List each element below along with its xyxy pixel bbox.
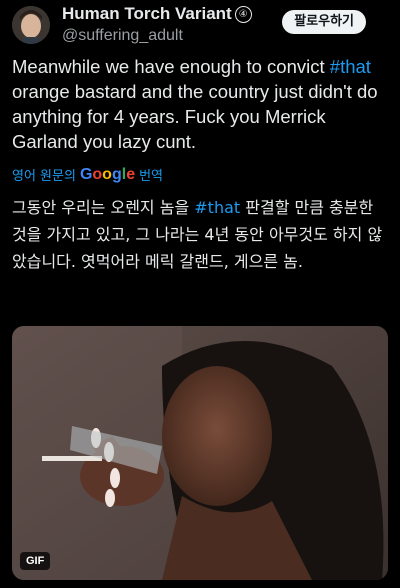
translation-suffix: 번역 — [139, 169, 164, 184]
translated-text-start: 그동안 우리는 오렌지 놈을 — [12, 198, 195, 217]
translated-text: 그동안 우리는 오렌지 놈을 #that 판결할 만큼 충분한 것을 가지고 있… — [12, 194, 388, 275]
tweet-text-start: Meanwhile we have enough to convict — [12, 56, 330, 77]
translation-prefix: 영어 원문의 — [12, 169, 76, 184]
gif-badge: GIF — [20, 552, 51, 570]
author-block: Human Torch Variant ④ @suffering_adult — [62, 4, 252, 45]
gif-frame-image — [12, 326, 388, 580]
user-handle[interactable]: @suffering_adult — [62, 27, 252, 45]
translation-label[interactable]: 영어 원문의 Google 번역 — [12, 165, 164, 185]
tweet-text: Meanwhile we have enough to convict #tha… — [12, 54, 384, 154]
google-logo: Google — [79, 165, 136, 183]
badge-icon: ④ — [234, 6, 252, 23]
gif-media[interactable]: GIF — [12, 326, 388, 580]
display-name[interactable]: Human Torch Variant ④ — [62, 4, 252, 24]
avatar[interactable] — [12, 6, 50, 44]
tweet-header: Human Torch Variant ④ @suffering_adult 팔로… — [12, 4, 388, 44]
display-name-text: Human Torch Variant — [62, 4, 232, 23]
translated-hashtag-link[interactable]: #that — [194, 198, 240, 217]
tweet-text-end: orange bastard and the country just didn… — [12, 81, 378, 152]
follow-button[interactable]: 팔로우하기 — [282, 10, 366, 34]
hashtag-link[interactable]: #that — [330, 56, 371, 77]
